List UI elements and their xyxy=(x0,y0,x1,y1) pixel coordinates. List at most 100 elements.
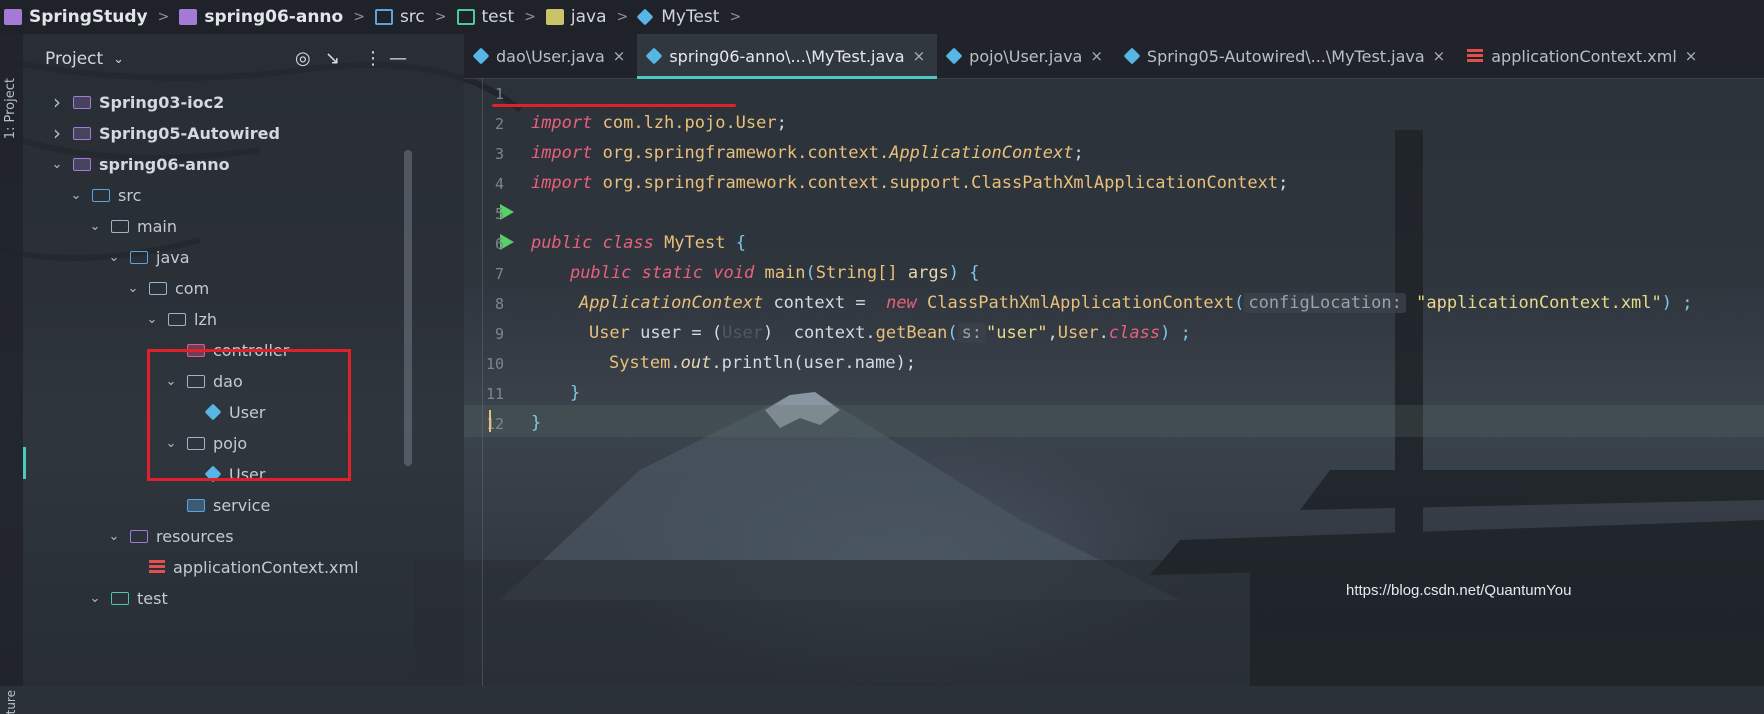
folder-icon xyxy=(130,529,148,543)
tree-item[interactable]: ⌄ src xyxy=(68,180,142,210)
breadcrumb-item-src[interactable]: src > xyxy=(371,7,453,27)
chevron-right-icon: > xyxy=(729,9,742,25)
close-icon[interactable]: × xyxy=(1685,47,1698,65)
tree-item[interactable]: ⌄ resources xyxy=(106,521,234,551)
tree-item[interactable]: ⌄ com xyxy=(125,273,210,303)
tab-label: dao\User.java xyxy=(496,46,605,66)
line-number: 10 xyxy=(485,355,504,373)
text-caret xyxy=(489,410,491,432)
tree-item[interactable]: ⌄ test xyxy=(87,583,168,613)
chevron-right-icon: > xyxy=(524,9,536,25)
breadcrumb-item-java[interactable]: java > xyxy=(542,7,634,27)
brace: } xyxy=(569,383,581,403)
chevron-down-icon[interactable]: ⌄ xyxy=(144,312,160,327)
module-icon xyxy=(73,126,91,140)
tab-pojo-user[interactable]: pojo\User.java × xyxy=(937,34,1115,78)
folder-icon xyxy=(168,312,186,326)
tree-item-label: service xyxy=(213,495,271,515)
tab-application-context[interactable]: applicationContext.xml × xyxy=(1457,34,1709,78)
static-field: out xyxy=(680,353,712,373)
tab-label: spring06-anno\...\MyTest.java xyxy=(669,46,905,66)
breadcrumb-item-module[interactable]: spring06-anno > xyxy=(175,7,371,27)
line-number: 9 xyxy=(494,325,504,343)
string-literal: "user" xyxy=(986,323,1048,343)
breadcrumb-label: test xyxy=(481,7,515,27)
project-panel-header: Project ⌄ ◎ ↘ ⋮ — xyxy=(23,34,464,84)
paren: ( xyxy=(1234,293,1245,313)
class-icon xyxy=(1123,47,1141,65)
code-line-6: public static void main(String[] args) { xyxy=(529,228,980,283)
tree-item[interactable]: ⌄ spring06-anno xyxy=(49,149,230,179)
tree-item-label: spring06-anno xyxy=(99,154,230,174)
chevron-down-icon[interactable]: ⌄ xyxy=(49,157,65,172)
breadcrumb-label: SpringStudy xyxy=(29,7,148,27)
project-icon xyxy=(4,9,22,25)
chevron-right-icon[interactable]: › xyxy=(49,121,65,145)
module-icon xyxy=(179,9,198,25)
code-line-10: } xyxy=(529,348,580,403)
code-line-3: import org.springframework.context.suppo… xyxy=(490,138,1288,193)
tree-item[interactable]: service xyxy=(163,490,270,520)
close-icon[interactable]: × xyxy=(613,47,626,65)
chevron-right-icon[interactable]: › xyxy=(49,90,65,114)
folder-icon xyxy=(92,188,110,202)
editor-tabs: dao\User.java × spring06-anno\...\MyTest… xyxy=(464,34,1764,79)
tree-item-label: lzh xyxy=(194,309,217,329)
locate-icon[interactable]: ◎ xyxy=(295,48,311,69)
punct: . xyxy=(1098,323,1109,343)
line-number: 8 xyxy=(494,295,504,313)
chevron-down-icon[interactable]: ⌄ xyxy=(113,52,124,67)
close-icon[interactable]: × xyxy=(1090,47,1103,65)
tab-spring05-mytest[interactable]: Spring05-Autowired\...\MyTest.java × xyxy=(1115,34,1457,78)
tab-mytest-active[interactable]: spring06-anno\...\MyTest.java × xyxy=(637,34,938,79)
breadcrumb-item-class[interactable]: MyTest > xyxy=(634,7,747,27)
tree-item[interactable]: › Spring03-ioc2 xyxy=(49,87,224,117)
hide-panel-icon[interactable]: — xyxy=(389,48,407,69)
chevron-down-icon[interactable]: ⌄ xyxy=(125,281,141,296)
chevron-down-icon[interactable]: ⌄ xyxy=(106,250,122,265)
tab-dao-user[interactable]: dao\User.java × xyxy=(464,34,637,78)
folder-icon xyxy=(111,591,129,605)
class-icon xyxy=(636,8,654,26)
chevron-down-icon[interactable]: ⌄ xyxy=(87,591,103,606)
navigation-bar: SpringStudy > spring06-anno > src > test… xyxy=(0,0,1764,34)
code-line-11: } xyxy=(490,378,541,433)
close-icon[interactable]: × xyxy=(1433,47,1446,65)
tree-item[interactable]: ⌄ lzh xyxy=(144,304,217,334)
tree-item-label: test xyxy=(137,588,168,608)
tree-item[interactable]: ⌄ java xyxy=(106,242,190,272)
chevron-down-icon[interactable]: ⌄ xyxy=(106,529,122,544)
parameter-hint: configLocation: xyxy=(1244,293,1406,313)
class-icon xyxy=(472,47,490,65)
structure-tool-button[interactable]: ture xyxy=(4,690,18,714)
class-name: User xyxy=(1057,323,1099,343)
tree-item[interactable]: applicationContext.xml xyxy=(125,552,359,582)
tree-item[interactable]: › Spring05-Autowired xyxy=(49,118,280,148)
more-options-icon[interactable]: ⋮ xyxy=(364,48,382,69)
tab-label: pojo\User.java xyxy=(969,46,1083,66)
tree-item[interactable]: ⌄ main xyxy=(87,211,177,241)
chevron-down-icon[interactable]: ⌄ xyxy=(87,219,103,234)
code-line-5: public class MyTest { xyxy=(490,198,746,253)
close-icon[interactable]: × xyxy=(913,47,926,65)
tree-scrollbar[interactable] xyxy=(404,150,412,466)
project-tool-button[interactable]: 1: Project xyxy=(3,78,18,139)
breadcrumb-label: src xyxy=(399,7,425,27)
module-icon xyxy=(73,95,91,109)
collapse-all-icon[interactable]: ↘ xyxy=(325,48,340,69)
project-view-selector[interactable]: Project xyxy=(45,49,103,69)
highlight-annotation-box xyxy=(147,349,351,481)
punct: , xyxy=(1047,323,1058,343)
keyword: import xyxy=(530,173,593,193)
tab-label: applicationContext.xml xyxy=(1491,46,1677,66)
breadcrumb-item-project[interactable]: SpringStudy > xyxy=(0,7,175,27)
folder-icon xyxy=(187,498,205,512)
class-icon xyxy=(945,47,963,65)
chevron-right-icon: > xyxy=(157,9,170,25)
breadcrumb-item-test[interactable]: test > xyxy=(453,7,542,27)
chevron-down-icon[interactable]: ⌄ xyxy=(68,188,84,203)
selection-marker xyxy=(23,447,26,479)
tree-item-label: src xyxy=(118,185,142,205)
red-underline-annotation xyxy=(492,104,736,107)
tool-window-strip: 1: Project ture xyxy=(0,34,23,714)
